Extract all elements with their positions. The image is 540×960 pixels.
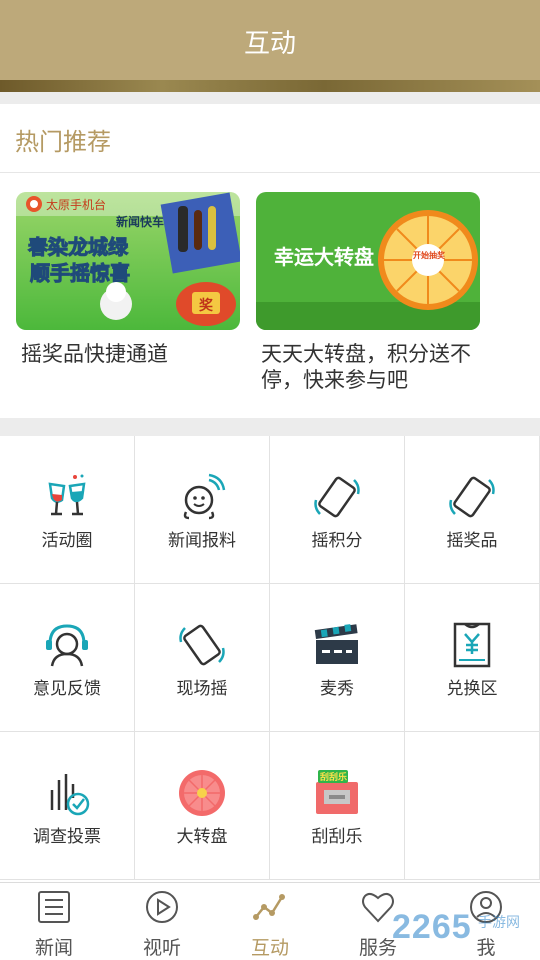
interaction-icon — [253, 894, 285, 920]
play-icon — [146, 891, 178, 923]
grid-item-label: 意见反馈 — [33, 679, 101, 698]
scratch-card-icon: 刮刮乐 — [316, 770, 358, 814]
heart-icon — [362, 892, 394, 923]
shake-prize-banner: 太原手机台 新闻快车 春染龙城绿 顺手摇惊喜 奖 — [16, 192, 240, 330]
section-title: 热门推荐 — [15, 129, 111, 156]
tab-interaction[interactable]: 互动 — [216, 883, 324, 960]
shake-phone-icon — [314, 476, 360, 518]
grid-item-label: 兑换区 — [446, 679, 498, 698]
header-banner-strip — [0, 80, 540, 92]
tab-media[interactable]: 视听 — [108, 883, 216, 960]
shake-phone-icon — [179, 624, 225, 666]
grid-item-label: 摇积分 — [311, 531, 363, 550]
grid-item-live-shake[interactable]: 现场摇 — [135, 584, 270, 732]
lucky-wheel-banner: 幸运大转盘 开始抽奖 — [256, 192, 480, 330]
banner-line-2: 顺手摇惊喜 — [30, 261, 130, 285]
grid-item-empty — [405, 732, 540, 880]
promo-card-lucky-wheel[interactable]: 幸运大转盘 开始抽奖 天天大转盘，积分送不停，快来参与吧 — [256, 192, 480, 394]
grid-item-news-tip[interactable]: 新闻报料 — [135, 436, 270, 584]
grid-item-survey-vote[interactable]: 调查投票 — [0, 732, 135, 880]
hot-section: 热门推荐 太原手机台 新闻快车 春染龙城绿 顺手摇惊喜 奖 摇奖品快捷通道 幸运… — [0, 104, 540, 418]
watermark-logo: 2265 — [392, 908, 472, 946]
person-signal-icon — [183, 473, 226, 520]
grid-item-feedback[interactable]: 意见反馈 — [0, 584, 135, 732]
grid-item-scratch-card[interactable]: 刮刮乐 刮刮乐 — [270, 732, 405, 880]
grid-item-exchange[interactable]: 兑换区 — [405, 584, 540, 732]
tab-label: 互动 — [250, 938, 289, 959]
grid-item-label: 大转盘 — [176, 827, 228, 846]
divider — [0, 172, 540, 173]
tab-news[interactable]: 新闻 — [0, 883, 108, 960]
grid-item-label: 刮刮乐 — [311, 827, 363, 846]
news-icon — [38, 891, 70, 923]
grid-item-label: 摇奖品 — [446, 531, 498, 550]
banner-title: 幸运大转盘 — [274, 245, 374, 269]
grid-item-activity-circle[interactable]: 活动圈 — [0, 436, 135, 584]
grid-item-shake-prize[interactable]: 摇奖品 — [405, 436, 540, 584]
shake-phone-icon — [449, 476, 495, 518]
page-title: 互动 — [243, 28, 296, 58]
grid-item-label: 活动圈 — [41, 531, 93, 550]
grid-item-label: 新闻报料 — [168, 531, 236, 550]
ticket-yuan-icon — [453, 622, 491, 668]
feature-grid: 活动圈 新闻报料 摇积分 摇奖品 意见反馈 现场摇 麦秀 兑换区 调查投票 大转… — [0, 436, 540, 882]
banner-prize: 奖 — [199, 297, 214, 313]
headset-person-icon — [46, 624, 88, 667]
grid-item-shake-points[interactable]: 摇积分 — [270, 436, 405, 584]
watermark-sub: 手游网 — [478, 914, 520, 930]
wheel-icon — [179, 770, 225, 816]
grid-item-label: 现场摇 — [176, 679, 228, 698]
clapperboard-icon — [314, 624, 358, 664]
wine-glasses-icon — [48, 474, 86, 516]
scratch-badge: 刮刮乐 — [320, 771, 347, 782]
tab-label: 视听 — [142, 938, 181, 959]
banner-tag: 新闻快车 — [116, 214, 164, 229]
grid-item-big-wheel[interactable]: 大转盘 — [135, 732, 270, 880]
grid-item-label: 麦秀 — [320, 679, 354, 698]
banner-brand: 太原手机台 — [46, 197, 106, 212]
wheel-start-label: 开始抽奖 — [413, 250, 446, 260]
card-caption: 天天大转盘，积分送不停，快来参与吧 — [261, 343, 471, 392]
card-caption: 摇奖品快捷通道 — [21, 343, 168, 366]
tab-label: 新闻 — [34, 938, 73, 959]
vote-check-icon — [50, 774, 90, 816]
top-bar: 互动 — [0, 0, 540, 80]
grid-item-label: 调查投票 — [33, 827, 101, 846]
banner-line-1: 春染龙城绿 — [27, 235, 129, 259]
promo-card-shake-prize[interactable]: 太原手机台 新闻快车 春染龙城绿 顺手摇惊喜 奖 摇奖品快捷通道 — [16, 192, 240, 368]
grid-item-mic-show[interactable]: 麦秀 — [270, 584, 405, 732]
